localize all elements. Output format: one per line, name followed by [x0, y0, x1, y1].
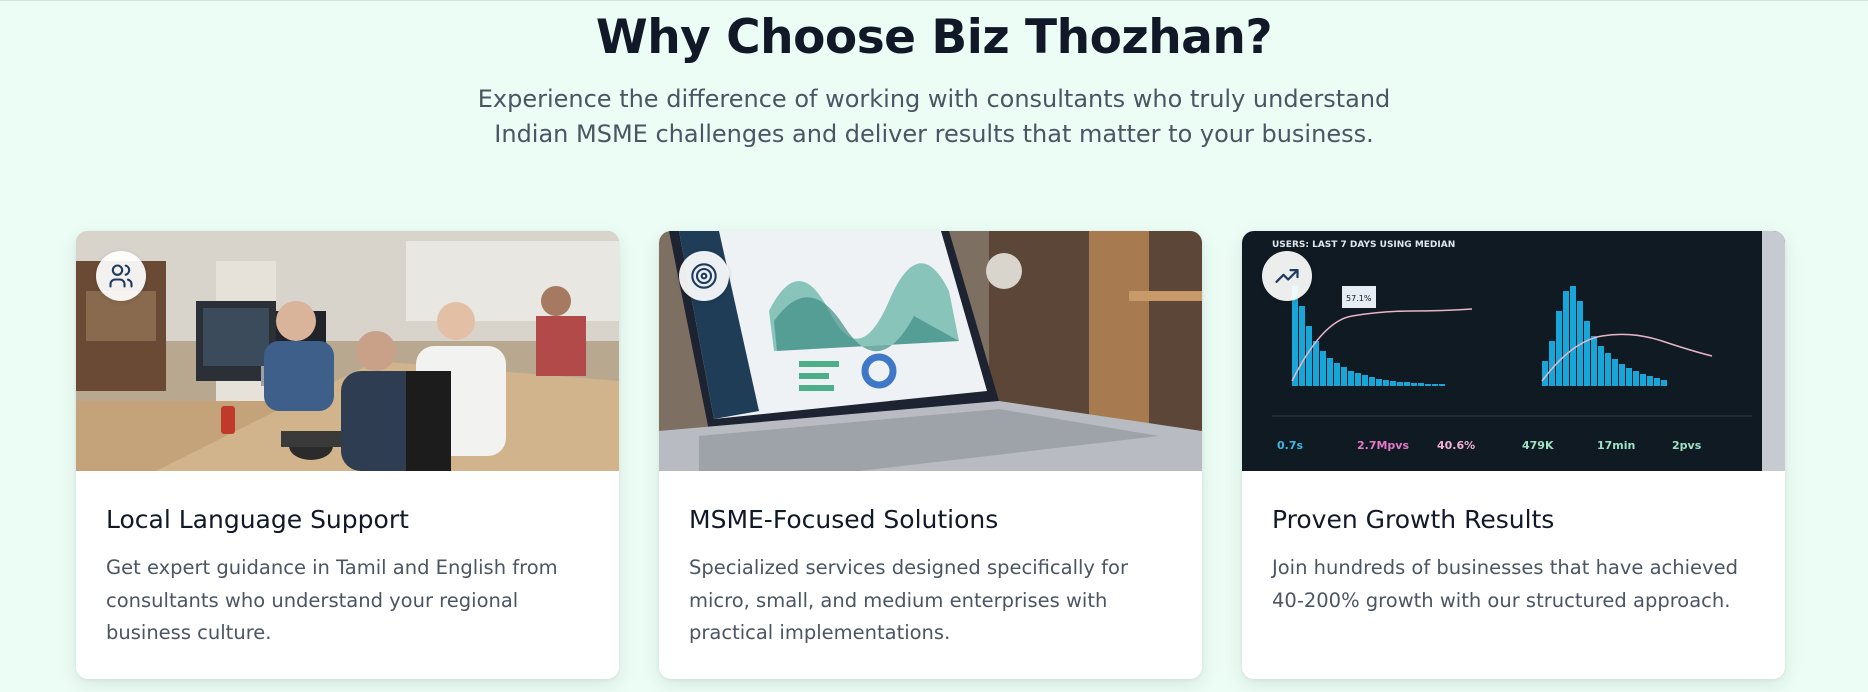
card-title: Proven Growth Results — [1272, 505, 1555, 534]
svg-text:USERS: LAST 7 DAYS USING MEDIA: USERS: LAST 7 DAYS USING MEDIAN — [1272, 240, 1455, 250]
svg-text:2pvs: 2pvs — [1672, 439, 1702, 452]
section-subtitle: Experience the difference of working wit… — [477, 85, 1391, 148]
card-title: Local Language Support — [106, 505, 409, 534]
card-title: MSME-Focused Solutions — [689, 505, 999, 534]
card-description: Join hundreds of businesses that have ac… — [1272, 556, 1738, 612]
svg-text:57.1%: 57.1% — [1346, 294, 1372, 303]
trending-up-icon — [1262, 251, 1312, 301]
feature-card-msme-focused[interactable]: MSME-Focused Solutions Specialized servi… — [659, 231, 1202, 679]
card-description: Specialized services designed specifical… — [689, 556, 1128, 644]
analytics-dashboard-photo: USERS: LAST 7 DAYS USING MEDIAN 57.1% 0.… — [1242, 231, 1785, 471]
office-team-photo — [76, 231, 619, 471]
svg-text:40.6%: 40.6% — [1437, 439, 1475, 452]
laptop-dashboard-photo — [659, 231, 1202, 471]
svg-text:0.7s: 0.7s — [1277, 439, 1303, 452]
feature-card-local-language[interactable]: Local Language Support Get expert guidan… — [76, 231, 619, 679]
target-icon — [679, 251, 729, 301]
svg-text:2.7Mpvs: 2.7Mpvs — [1357, 439, 1409, 452]
svg-text:479K: 479K — [1522, 439, 1554, 452]
section-title: Why Choose Biz Thozhan? — [595, 10, 1273, 65]
svg-text:17min: 17min — [1597, 439, 1635, 452]
users-icon — [96, 251, 146, 301]
card-description: Get expert guidance in Tamil and English… — [106, 556, 558, 644]
top-divider — [0, 0, 1868, 1]
feature-card-proven-growth[interactable]: USERS: LAST 7 DAYS USING MEDIAN 57.1% 0.… — [1242, 231, 1785, 679]
